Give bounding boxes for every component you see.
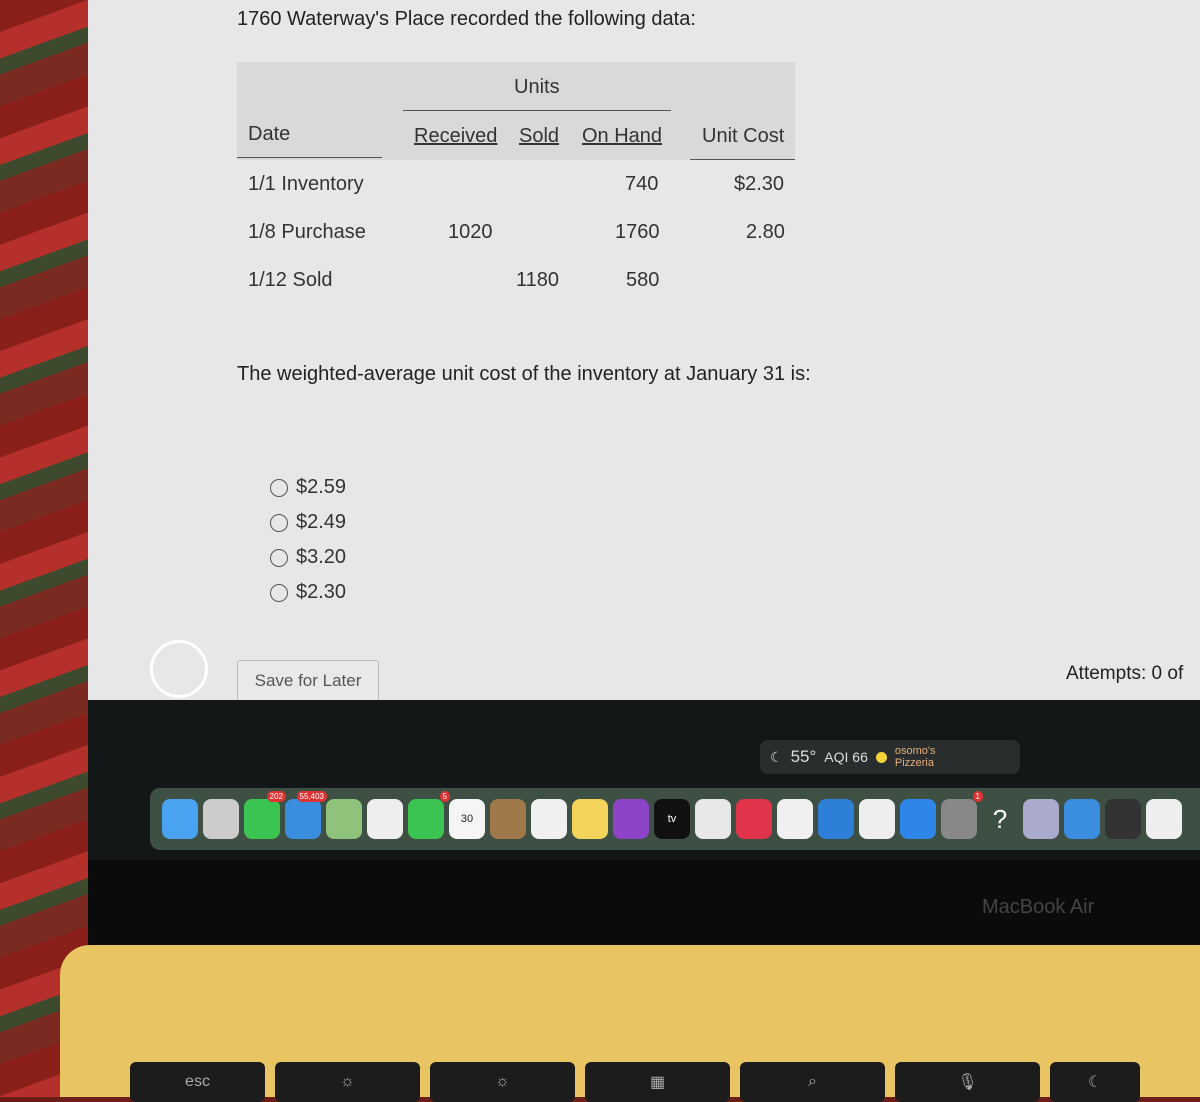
cell: 1760 [615,221,660,243]
contacts-icon[interactable] [490,799,526,839]
option-label: $2.49 [296,511,347,533]
chrome-icon[interactable] [1146,799,1182,839]
app-label: ? [992,803,1008,834]
moon-icon: ☾ [770,748,783,765]
cell: 1020 [448,221,493,243]
photos-icon[interactable] [367,799,403,839]
col-date: Date [248,123,291,145]
divider [237,157,382,158]
radio-icon[interactable] [270,513,288,532]
app-label: tv [667,813,677,825]
cell: 1/1 Inventory [248,173,364,195]
calculator-icon[interactable] [1105,799,1141,839]
news-icon[interactable] [777,799,813,839]
weather-widget[interactable]: ☾ 55° AQI 66 osomo's Pizzeria [760,740,1020,774]
system-settings-icon[interactable]: 1 [941,791,983,839]
dock: 202 55,403 5 30 tv 1? [150,788,1200,850]
mail-icon[interactable]: 55,403 [285,791,327,839]
option-label: $2.30 [296,581,347,603]
music-icon[interactable] [736,799,772,839]
app-label: 30 [460,813,474,825]
f3-key[interactable]: ▦ [585,1062,730,1102]
cell: 580 [626,269,660,291]
keynote-icon[interactable] [818,799,854,839]
cell: 2.80 [746,221,785,243]
col-on-hand: On Hand [582,125,663,147]
notification-badge: 1 [972,791,983,802]
preview-icon[interactable] [1023,799,1059,839]
aqi: AQI 66 [824,749,868,765]
units-group-header: Units [514,76,560,98]
divider [403,110,671,111]
cookie-icon[interactable] [150,640,208,698]
option-label: $3.20 [296,546,347,568]
question-prompt: The weighted-average unit cost of the in… [237,363,811,385]
notes-icon[interactable] [572,799,608,839]
cell: $2.30 [734,173,785,195]
f6-key[interactable]: ☾ [1050,1062,1140,1102]
notification-badge: 202 [266,791,286,802]
apple-tv-icon[interactable]: tv [654,799,690,839]
pages-icon[interactable] [859,799,895,839]
numbers-icon[interactable] [695,799,731,839]
notification-badge: 55,403 [296,791,327,802]
radio-icon[interactable] [270,478,288,497]
reminders-icon[interactable] [531,799,567,839]
background-blanket [0,0,95,1097]
option-3[interactable]: $3.20 [270,546,346,569]
launchpad-icon[interactable] [203,799,239,839]
brand-label: MacBook Air [982,896,1095,918]
aqi-dot-icon [875,751,887,763]
question-intro: 1760 Waterway's Place recorded the follo… [237,8,696,30]
cell: 1/12 Sold [248,269,333,291]
attempts-counter: Attempts: 0 of [1066,663,1184,684]
maps-icon[interactable] [326,799,362,839]
messages-icon[interactable]: 202 [244,791,286,839]
option-4[interactable]: $2.30 [270,581,346,604]
facetime-icon[interactable]: 5 [408,791,450,839]
safari-icon[interactable] [1064,799,1100,839]
option-1[interactable]: $2.59 [270,476,346,499]
radio-icon[interactable] [270,583,288,602]
notification-badge: 5 [439,791,450,802]
place-name: osomo's Pizzeria [894,745,936,769]
esc-key[interactable]: esc [130,1062,265,1102]
app-store-icon[interactable] [900,799,936,839]
cell: 1180 [516,269,560,291]
f1-key[interactable]: ☼ [275,1062,420,1102]
podcasts-icon[interactable] [613,799,649,839]
cell: 740 [625,173,659,195]
temperature: 55° [790,747,817,766]
option-2[interactable]: $2.49 [270,511,346,534]
f4-key[interactable]: ⌕ [740,1062,885,1102]
calendar-icon[interactable]: 30 [449,799,485,839]
help-icon[interactable]: ? [982,799,1018,839]
radio-icon[interactable] [270,548,288,567]
cell: 1/8 Purchase [248,221,366,243]
col-unit-cost: Unit Cost [702,125,785,147]
finder-icon[interactable] [162,799,198,839]
col-received: Received [414,125,498,147]
f2-key[interactable]: ☼ [430,1062,575,1102]
save-for-later-button[interactable]: Save for Later [237,660,379,702]
col-sold: Sold [519,125,560,147]
f5-key[interactable]: 🎙 [895,1062,1040,1102]
divider [690,159,795,160]
option-label: $2.59 [296,476,347,498]
